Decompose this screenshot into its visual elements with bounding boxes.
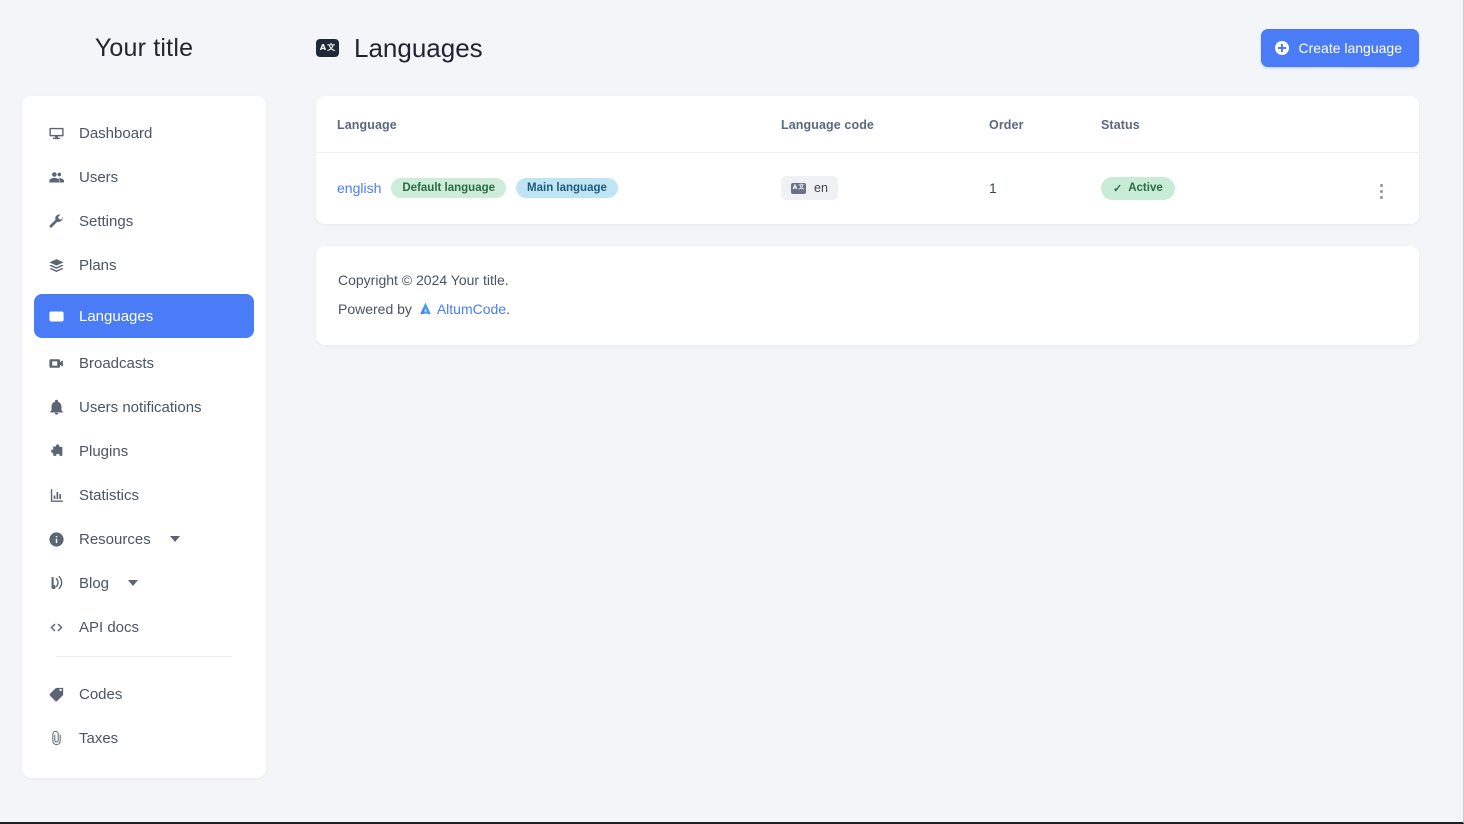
chart-icon <box>46 487 66 504</box>
chevron-down-icon[interactable] <box>128 580 138 586</box>
users-icon <box>46 169 66 186</box>
sidebar-item-label: Statistics <box>79 487 139 504</box>
altumcode-link[interactable]: AltumCode <box>437 301 506 317</box>
code-icon <box>46 619 66 636</box>
sidebar-item-dashboard[interactable]: Dashboard <box>34 118 254 148</box>
app-root: Your title Dashboard Users Settings Plans A文… <box>0 0 1464 822</box>
sidebar-item-plugins[interactable]: Plugins <box>34 436 254 466</box>
languages-table-card: Language Language code Order Status engl… <box>316 96 1419 224</box>
broadcast-icon <box>46 355 66 372</box>
blog-icon <box>46 575 66 592</box>
sidebar-nav-secondary: Codes Taxes <box>22 679 266 753</box>
table-header-row: Language Language code Order Status <box>316 96 1419 153</box>
column-header-order: Order <box>989 96 1101 153</box>
table-head: Language Language code Order Status <box>316 96 1419 153</box>
plus-circle-icon <box>1275 41 1289 55</box>
translate-badge-char-a: A <box>320 44 326 52</box>
footer-powered-suffix: . <box>506 301 510 317</box>
sidebar-item-taxes[interactable]: Taxes <box>34 723 254 753</box>
sidebar-item-label: Languages <box>79 308 153 325</box>
sidebar-item-label: Plans <box>79 257 117 274</box>
page-header: A文 Languages Create language <box>316 0 1419 96</box>
cell-language: english Default language Main language <box>316 153 781 224</box>
create-language-button[interactable]: Create language <box>1261 29 1419 67</box>
status-badge: ✓ Active <box>1101 177 1175 200</box>
tag-icon <box>46 686 66 703</box>
column-header-language: Language <box>316 96 781 153</box>
translate-badge-icon: A文 <box>316 39 339 57</box>
altumcode-logo-icon <box>418 301 433 316</box>
brand-title: Your title <box>22 0 266 96</box>
cell-status: ✓ Active <box>1101 153 1309 224</box>
column-header-language-code: Language code <box>781 96 989 153</box>
language-code-chip: A文 en <box>781 176 838 200</box>
sidebar-item-label: Blog <box>79 575 109 592</box>
sidebar-item-label: Resources <box>79 531 151 548</box>
footer-powered-prefix: Powered by <box>338 301 416 317</box>
footer-powered-by: Powered by AltumCode. <box>338 301 1397 317</box>
column-header-status: Status <box>1101 96 1309 153</box>
sidebar-item-broadcasts[interactable]: Broadcasts <box>34 348 254 378</box>
language-code-value: en <box>814 181 828 195</box>
main-content: A文 Languages Create language Language La… <box>288 0 1464 822</box>
sidebar: Your title Dashboard Users Settings Plans A文… <box>0 0 288 822</box>
monitor-icon <box>46 125 66 142</box>
wrench-icon <box>46 213 66 230</box>
sidebar-item-label: Broadcasts <box>79 355 154 372</box>
column-header-actions <box>1309 96 1419 153</box>
sidebar-item-label: Users notifications <box>79 399 202 416</box>
table-row: english Default language Main language A文 en… <box>316 153 1419 224</box>
sidebar-item-users[interactable]: Users <box>34 162 254 192</box>
translate-badge-char-cjk: 文 <box>327 44 335 52</box>
badge-blue: Main language <box>516 178 618 198</box>
sidebar-item-label: Plugins <box>79 443 128 460</box>
language-link[interactable]: english <box>337 180 381 196</box>
sidebar-divider <box>56 656 232 657</box>
kebab-menu-icon[interactable] <box>1370 181 1392 203</box>
create-language-label: Create language <box>1298 40 1402 56</box>
status-label: Active <box>1128 182 1163 194</box>
info-icon <box>46 531 66 548</box>
sidebar-item-label: Users <box>79 169 118 186</box>
footer-copyright: Copyright © 2024 Your title. <box>338 272 1397 288</box>
language-cell: english Default language Main language <box>337 178 781 198</box>
badge-green: Default language <box>391 178 506 198</box>
sidebar-nav-primary: Dashboard Users Settings Plans A文 Languages Br… <box>22 118 266 642</box>
sidebar-item-users-notifications[interactable]: Users notifications <box>34 392 254 422</box>
sidebar-item-languages[interactable]: A文 Languages <box>34 294 254 338</box>
sidebar-item-label: Taxes <box>79 730 118 747</box>
translate-icon: A文 <box>46 308 66 325</box>
languages-table: Language Language code Order Status engl… <box>316 96 1419 224</box>
clip-icon <box>46 730 66 747</box>
sidebar-item-blog[interactable]: Blog <box>34 568 254 598</box>
sidebar-item-resources[interactable]: Resources <box>34 524 254 554</box>
sidebar-item-label: Dashboard <box>79 125 152 142</box>
footer-card: Copyright © 2024 Your title. Powered by … <box>316 246 1419 345</box>
sidebar-item-label: API docs <box>79 619 139 636</box>
bell-icon <box>46 399 66 416</box>
chevron-down-icon[interactable] <box>170 536 180 542</box>
sidebar-item-label: Settings <box>79 213 133 230</box>
page-title-group: A文 Languages <box>316 33 1261 64</box>
puzzle-icon <box>46 443 66 460</box>
check-icon: ✓ <box>1113 182 1122 195</box>
table-body: english Default language Main language A文 en… <box>316 153 1419 224</box>
sidebar-item-plans[interactable]: Plans <box>34 250 254 280</box>
cell-language-code: A文 en <box>781 153 989 224</box>
cell-order: 1 <box>989 153 1101 224</box>
sidebar-item-label: Codes <box>79 686 122 703</box>
cell-actions <box>1309 153 1419 224</box>
sidebar-item-statistics[interactable]: Statistics <box>34 480 254 510</box>
layers-icon <box>46 257 66 274</box>
sidebar-card: Dashboard Users Settings Plans A文 Languages Br… <box>22 96 266 778</box>
sidebar-item-api-docs[interactable]: API docs <box>34 612 254 642</box>
sidebar-item-codes[interactable]: Codes <box>34 679 254 709</box>
translate-mini-icon: A文 <box>791 183 806 194</box>
page-title: Languages <box>354 33 483 64</box>
sidebar-item-settings[interactable]: Settings <box>34 206 254 236</box>
